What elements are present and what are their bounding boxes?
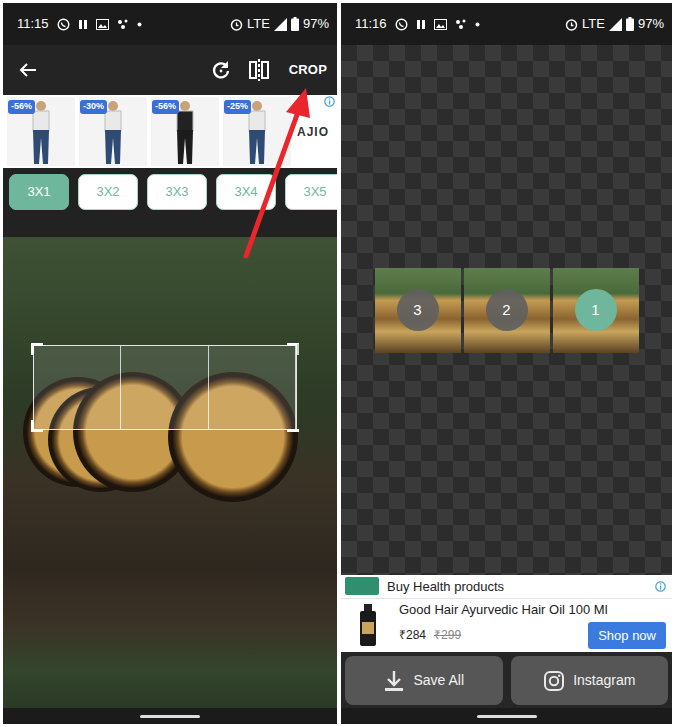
home-handle[interactable]	[477, 715, 537, 718]
grid-tile[interactable]: 2	[464, 268, 550, 353]
whatsapp-icon	[395, 18, 408, 31]
crop-button[interactable]: CROP	[287, 56, 329, 84]
ad-brand: AJIO	[297, 123, 329, 141]
status-time: 11:15	[17, 14, 49, 34]
gallery-icon	[434, 19, 447, 30]
crop-cell	[209, 346, 296, 429]
button-label: Instagram	[573, 670, 635, 691]
network-label: LTE	[247, 14, 270, 34]
crop-handle[interactable]	[31, 343, 43, 355]
app-icon	[455, 18, 467, 30]
ad-title: Buy Health products	[387, 577, 504, 597]
pause-icon	[78, 19, 88, 30]
rotate-icon[interactable]	[211, 60, 231, 80]
preview-canvas: 3 2 1	[341, 45, 672, 575]
ad-product[interactable]: -56%	[151, 97, 219, 166]
red-arrow-icon	[0, 0, 675, 727]
crop-cell	[34, 346, 121, 429]
ad-info-icon[interactable]	[324, 96, 335, 107]
alarm-icon	[230, 18, 243, 31]
alarm-icon	[565, 18, 578, 31]
crop-handle[interactable]	[287, 343, 299, 355]
crop-cell	[121, 346, 208, 429]
ad-product[interactable]: -25%	[223, 97, 291, 166]
home-handle[interactable]	[140, 715, 200, 718]
discount-tag: -25%	[224, 100, 251, 114]
tile-label: 1	[591, 299, 599, 322]
signal-icon	[609, 18, 622, 31]
grid-option[interactable]: 3X1	[9, 174, 69, 210]
tile-number: 2	[486, 289, 528, 331]
grid-tile[interactable]: 3	[375, 268, 461, 353]
dot-icon	[137, 22, 142, 27]
download-icon	[383, 670, 405, 692]
photo-canvas[interactable]	[3, 237, 337, 708]
battery-level: 97%	[638, 14, 664, 34]
shop-now-button[interactable]: Shop now	[588, 622, 666, 650]
dot-icon	[475, 22, 480, 27]
flip-icon[interactable]	[249, 59, 269, 81]
status-time: 11:16	[355, 14, 387, 34]
ad-info-icon[interactable]	[655, 581, 666, 592]
discount-tag: -30%	[80, 100, 107, 114]
preview-screen: 11:16 LTE 97% 3 2 1 Buy Health products Good Ha…	[341, 3, 672, 724]
back-arrow-icon[interactable]	[19, 62, 37, 78]
advertiser-logo-icon	[345, 577, 379, 595]
tile-label: 2	[502, 299, 510, 322]
crop-handle[interactable]	[287, 420, 299, 432]
ad-product[interactable]: -30%	[79, 97, 147, 166]
button-label: Save All	[413, 670, 464, 691]
battery-icon	[291, 17, 299, 31]
grid-options: 3X13X23X33X43X5	[3, 168, 337, 237]
grid-option[interactable]: 3X3	[147, 174, 207, 210]
instagram-icon	[543, 670, 565, 692]
product-name: Good Hair Ayurvedic Hair Oil 100 Ml	[399, 602, 666, 618]
grid-option[interactable]: 3X5	[285, 174, 337, 210]
pause-icon	[416, 19, 426, 30]
status-bar: 11:15 LTE 97%	[3, 3, 337, 45]
oil-bottle-icon	[347, 602, 391, 648]
tile-number: 1	[575, 289, 617, 331]
gesture-bar	[3, 708, 337, 724]
tile-strip: 3 2 1	[375, 268, 639, 353]
grid-tile[interactable]: 1	[553, 268, 639, 353]
tile-label: 3	[413, 299, 421, 322]
tile-number: 3	[397, 289, 439, 331]
product-ad[interactable]: Buy Health products Good Hair Ayurvedic H…	[341, 575, 672, 652]
battery-level: 97%	[303, 14, 329, 34]
action-bar: Save All Instagram	[341, 652, 672, 708]
discount-tag: -56%	[152, 100, 179, 114]
grid-option[interactable]: 3X4	[216, 174, 276, 210]
price: ₹284	[399, 626, 426, 644]
editor-screen: 11:15LTE97%CROP-56%-30%-56%-25%AJIO3X13X…	[3, 3, 337, 724]
discount-tag: -56%	[8, 100, 35, 114]
grid-option[interactable]: 3X2	[78, 174, 138, 210]
crop-handle[interactable]	[31, 420, 43, 432]
ad-banner[interactable]: -56% -30% -56% -25% AJIO	[3, 95, 337, 168]
save-all-button[interactable]: Save All	[345, 656, 503, 705]
gallery-icon	[96, 19, 109, 30]
signal-icon	[274, 18, 287, 31]
instagram-button[interactable]: Instagram	[511, 656, 669, 705]
toolbar: CROP	[3, 45, 337, 95]
app-icon	[117, 18, 129, 30]
network-label: LTE	[582, 14, 605, 34]
old-price: ₹299	[434, 626, 461, 644]
whatsapp-icon	[57, 18, 70, 31]
battery-icon	[626, 17, 634, 31]
ad-product[interactable]: -56%	[7, 97, 75, 166]
status-bar: 11:16 LTE 97%	[341, 3, 672, 45]
crop-frame[interactable]	[33, 345, 297, 430]
gesture-bar	[341, 708, 672, 724]
